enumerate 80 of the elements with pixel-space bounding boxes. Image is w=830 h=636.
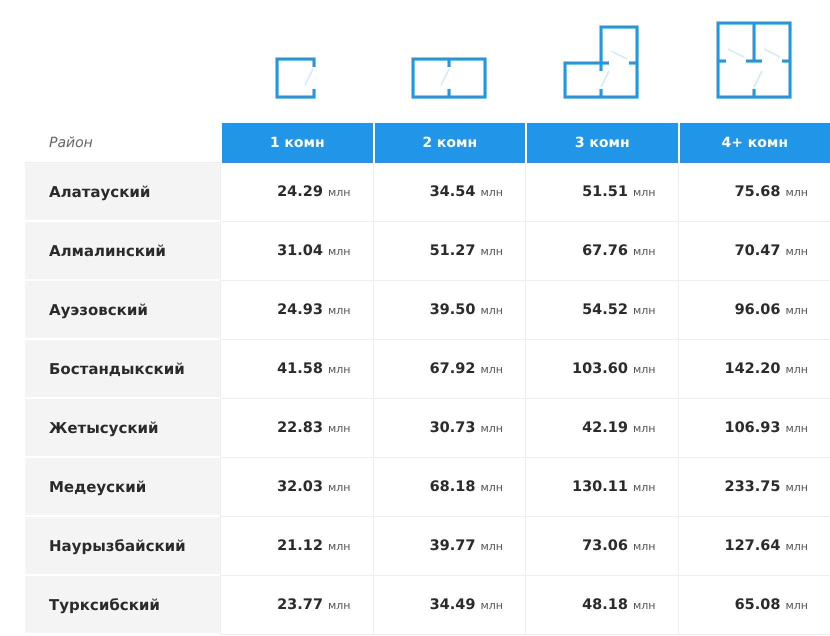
price-unit: млн xyxy=(632,186,656,198)
price-value: 51.51 xyxy=(582,184,628,200)
price-value: 70.47 xyxy=(734,243,780,259)
price-value: 75.68 xyxy=(734,184,780,200)
price-unit: млн xyxy=(480,422,503,434)
column-header: 4+ комн xyxy=(678,123,830,163)
price-unit: млн xyxy=(328,480,350,494)
price-value: 73.06 xyxy=(582,538,628,554)
price-unit: млн xyxy=(480,304,503,316)
price-value: 67.92 xyxy=(430,361,476,377)
column-header: 3 комн xyxy=(525,123,678,163)
price-unit: млн xyxy=(480,362,503,376)
price-value: 24.29 xyxy=(277,184,323,200)
district-name: Бостандыкский xyxy=(25,340,220,399)
column-header: 2 комн xyxy=(372,123,525,163)
price-value: 31.04 xyxy=(277,243,323,259)
price-unit: млн xyxy=(785,480,808,494)
price-unit: млн xyxy=(632,244,656,258)
price-unit: млн xyxy=(632,422,656,434)
price-unit: млн xyxy=(480,540,503,552)
price-unit: млн xyxy=(632,304,656,316)
price-unit: млн xyxy=(785,244,808,258)
price-unit: млн xyxy=(785,304,808,316)
district-name: Ауэзовский xyxy=(25,281,220,340)
price-value: 127.64 xyxy=(724,538,780,554)
price-value: 23.77 xyxy=(277,597,323,613)
price-value: 67.76 xyxy=(582,243,628,259)
floor-plan-icon xyxy=(410,57,487,99)
price-unit: млн xyxy=(632,598,656,612)
price-value: 48.18 xyxy=(582,597,628,613)
floor-plan-icon xyxy=(275,57,318,99)
price-value: 106.93 xyxy=(724,420,780,436)
price-value: 142.20 xyxy=(724,361,780,377)
district-name: Алмалинский xyxy=(25,222,220,281)
price-unit: млн xyxy=(632,480,656,494)
price-value: 51.27 xyxy=(430,243,476,259)
price-unit: млн xyxy=(328,598,350,612)
price-unit: млн xyxy=(328,186,350,198)
price-unit: млн xyxy=(785,362,808,376)
price-value: 34.49 xyxy=(430,597,476,613)
price-unit: млн xyxy=(328,422,350,434)
price-unit: млн xyxy=(785,540,808,552)
price-unit: млн xyxy=(632,362,656,376)
price-unit: млн xyxy=(480,480,503,494)
price-unit: млн xyxy=(480,186,503,198)
price-value: 103.60 xyxy=(572,361,628,377)
price-unit: млн xyxy=(328,362,350,376)
price-unit: млн xyxy=(632,540,656,552)
district-name: Жетысуский xyxy=(25,399,220,458)
price-value: 21.12 xyxy=(277,538,323,554)
price-unit: млн xyxy=(328,244,350,258)
price-value: 42.19 xyxy=(582,420,628,436)
price-value: 65.08 xyxy=(734,597,780,613)
price-unit: млн xyxy=(480,244,503,258)
price-unit: млн xyxy=(328,304,350,316)
price-value: 41.58 xyxy=(277,361,323,377)
floor-plan-icon xyxy=(563,25,640,99)
district-name: Медеуский xyxy=(25,458,220,517)
column-header: 1 комн xyxy=(220,123,372,163)
price-value: 233.75 xyxy=(724,479,780,495)
district-name: Наурызбайский xyxy=(25,517,220,576)
price-unit: млн xyxy=(785,186,808,198)
price-value: 22.83 xyxy=(277,420,323,436)
price-value: 54.52 xyxy=(582,302,628,318)
price-value: 130.11 xyxy=(572,479,628,495)
district-name: Турксибский xyxy=(25,576,220,635)
price-value: 39.77 xyxy=(430,538,476,554)
price-value: 96.06 xyxy=(734,302,780,318)
price-value: 24.93 xyxy=(277,302,323,318)
price-unit: млн xyxy=(328,540,350,552)
price-value: 68.18 xyxy=(430,479,476,495)
price-unit: млн xyxy=(480,598,503,612)
price-value: 30.73 xyxy=(430,420,476,436)
price-value: 39.50 xyxy=(430,302,476,318)
floor-plan-icon xyxy=(716,21,792,99)
district-name: Алатауский xyxy=(25,163,220,222)
price-unit: млн xyxy=(785,598,808,612)
price-unit: млн xyxy=(785,422,808,434)
price-value: 32.03 xyxy=(277,479,323,495)
price-value: 34.54 xyxy=(430,184,476,200)
